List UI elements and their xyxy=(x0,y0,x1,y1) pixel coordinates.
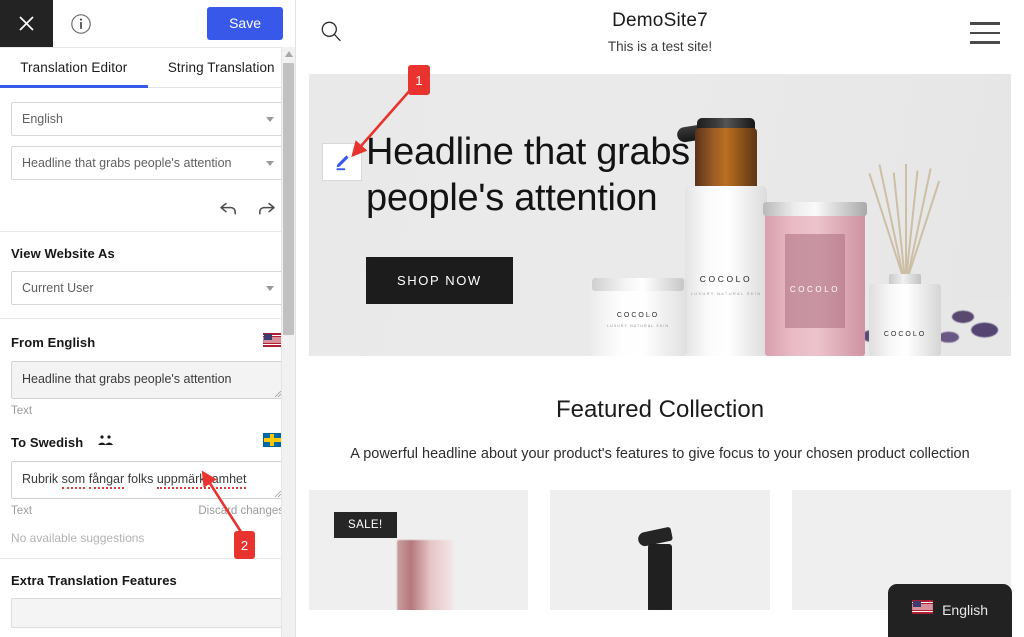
site-preview: DemoSite7 This is a test site! COCOLO CO… xyxy=(296,0,1024,637)
hero-text-block: Headline that grabs people's attention S… xyxy=(366,129,786,304)
word: folks xyxy=(127,472,154,486)
featured-collection-section: Featured Collection A powerful headline … xyxy=(296,356,1024,610)
app-root: Save Translation Editor String Translati… xyxy=(0,0,1024,637)
source-language-title: From English xyxy=(11,335,96,350)
tab-string-translation[interactable]: String Translation xyxy=(148,48,296,87)
target-text-input[interactable]: Rubrik som fångar folks uppmärksamhet xyxy=(11,461,284,499)
product-thumbnail xyxy=(397,540,453,610)
string-select[interactable]: Headline that grabs people's attention xyxy=(11,146,284,180)
search-icon[interactable] xyxy=(320,20,342,47)
product-thumbnail xyxy=(636,526,682,610)
source-language-header: From English xyxy=(11,333,284,352)
target-language-title: To Swedish xyxy=(11,435,84,450)
view-website-as-select[interactable]: Current User xyxy=(11,271,284,305)
close-icon[interactable] xyxy=(0,0,53,47)
target-textarea-wrapper: Rubrik som fångar folks uppmärksamhet xyxy=(11,461,284,499)
scrollbar-thumb[interactable] xyxy=(283,63,294,335)
view-website-as-title: View Website As xyxy=(11,246,115,261)
word: Rubrik xyxy=(22,472,59,486)
site-tagline: This is a test site! xyxy=(607,39,713,54)
source-text[interactable]: Headline that grabs people's attention xyxy=(11,361,284,399)
chevron-down-icon xyxy=(266,117,274,122)
misspelled-word: fångar xyxy=(88,472,125,489)
site-title: DemoSite7 xyxy=(612,10,708,31)
chevron-down-icon xyxy=(266,161,274,166)
extra-translation-features-section: Extra Translation Features xyxy=(0,559,295,637)
pencil-edit-icon[interactable] xyxy=(322,143,362,181)
misspelled-word: uppmärksamhet xyxy=(156,472,247,489)
diffuser-reeds xyxy=(868,162,941,281)
product-card[interactable]: SALE! xyxy=(309,490,529,610)
diffuser-bottle: COCOLO xyxy=(869,284,941,356)
source-textarea-wrapper: Headline that grabs people's attention xyxy=(11,361,284,399)
annotation-marker-2: 2 xyxy=(234,531,255,559)
sidebar-vertical-scrollbar[interactable] xyxy=(281,47,295,637)
view-website-as-section: View Website As Current User xyxy=(0,232,295,319)
language-switcher-label: English xyxy=(942,601,988,618)
chevron-down-icon xyxy=(266,286,274,291)
target-meta-row: Text Discard changes xyxy=(11,505,284,517)
source-meta-row: Text xyxy=(11,405,284,417)
source-type-label: Text xyxy=(11,405,33,417)
annotation-marker-1: 1 xyxy=(408,65,430,95)
target-type-label: Text xyxy=(11,505,33,517)
flag-united-states-icon xyxy=(912,600,934,619)
language-select[interactable]: English xyxy=(11,102,284,136)
discard-changes-link[interactable]: Discard changes xyxy=(198,505,284,517)
reed-diffuser: COCOLO xyxy=(868,160,941,356)
translation-pair-section: From English Headline that grabs people'… xyxy=(0,319,295,559)
product-label: COCOLO xyxy=(883,331,927,338)
hero-banner: COCOLO COCOLO LUXURY NATURAL SKIN COCOLO… xyxy=(309,74,1011,356)
undo-arrow-icon[interactable] xyxy=(218,198,238,218)
shop-now-button[interactable]: SHOP NOW xyxy=(366,256,513,304)
scroll-up-arrow-icon[interactable] xyxy=(282,47,295,61)
pink-jar-inner-label xyxy=(785,234,845,328)
save-button[interactable]: Save xyxy=(207,7,283,40)
site-title-block: DemoSite7 This is a test site! xyxy=(296,10,1024,54)
target-language-header: To Swedish xyxy=(11,433,284,452)
product-sublabel: LUXURY NATURAL SKIN xyxy=(606,324,670,328)
people-icon xyxy=(97,434,115,452)
hamburger-menu-icon[interactable] xyxy=(970,22,1000,44)
save-button-wrapper: Save xyxy=(207,0,295,47)
info-circle-icon[interactable] xyxy=(53,0,109,47)
hero-headline: Headline that grabs people's attention xyxy=(366,131,690,220)
featured-title: Featured Collection xyxy=(555,396,765,423)
string-select-value: Headline that grabs people's attention xyxy=(22,156,232,170)
misspelled-word: som xyxy=(61,472,86,489)
history-controls xyxy=(11,190,284,218)
extra-translation-features-title: Extra Translation Features xyxy=(11,573,177,588)
view-website-as-value: Current User xyxy=(22,281,94,295)
language-switcher[interactable]: English xyxy=(888,584,1012,637)
product-label: COCOLO xyxy=(616,312,660,319)
selectors-section: English Headline that grabs people's att… xyxy=(0,88,295,232)
editor-tabs: Translation Editor String Translation xyxy=(0,47,295,88)
sale-badge: SALE! xyxy=(334,512,397,538)
featured-subtitle: A powerful headline about your product's… xyxy=(350,446,970,462)
product-card[interactable] xyxy=(550,490,770,610)
redo-arrow-icon[interactable] xyxy=(256,198,276,218)
tab-translation-editor[interactable]: Translation Editor xyxy=(0,48,148,88)
site-header: DemoSite7 This is a test site! xyxy=(296,0,1024,74)
extra-features-field[interactable] xyxy=(11,598,284,628)
language-select-value: English xyxy=(22,112,63,126)
target-text-content: Rubrik som fångar folks uppmärksamhet xyxy=(22,472,247,489)
sidebar-topbar: Save xyxy=(0,0,295,47)
